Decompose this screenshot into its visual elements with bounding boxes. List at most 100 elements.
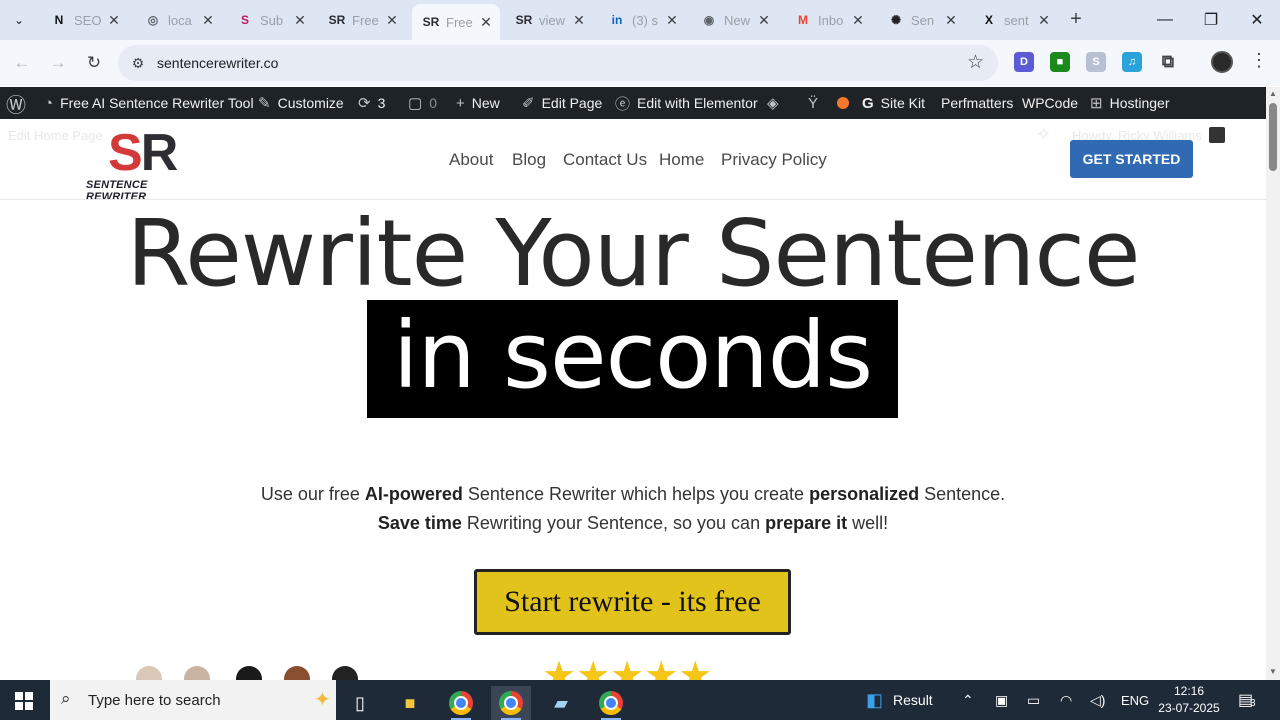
- browser-tab[interactable]: M Inbo ✕: [784, 6, 872, 34]
- close-tab-icon[interactable]: ✕: [382, 12, 402, 29]
- bookmark-star-icon[interactable]: ☆: [967, 51, 984, 74]
- perfmatters-label: Perfmatters: [941, 95, 1014, 111]
- forward-arrow-icon[interactable]: →: [45, 51, 71, 75]
- admin-bar-site-kit[interactable]: G Site Kit: [862, 87, 925, 119]
- admin-bar-wpcode[interactable]: WPCode: [1022, 87, 1078, 119]
- menu-item-home[interactable]: Home: [659, 150, 704, 170]
- subtitle-text: Sentence.: [919, 484, 1006, 504]
- admin-bar-yoast[interactable]: Ÿ: [808, 87, 818, 119]
- wifi-icon[interactable]: ◠: [1060, 680, 1072, 720]
- scroll-up-arrow-icon[interactable]: ▲: [1266, 89, 1280, 98]
- yoast-icon: Ÿ: [808, 94, 819, 112]
- close-tab-icon[interactable]: ✕: [1034, 12, 1054, 29]
- admin-bar-comments[interactable]: ▢ 0: [408, 87, 437, 119]
- chrome-taskbar-icon[interactable]: [491, 686, 531, 720]
- browser-tab[interactable]: Xsent ✕: [970, 6, 1058, 34]
- start-rewrite-button[interactable]: Start rewrite - its free: [474, 569, 791, 635]
- chrome-taskbar-icon[interactable]: [591, 686, 631, 720]
- extension-music-icon[interactable]: ♫: [1122, 52, 1142, 72]
- elementor-label: Edit with Elementor: [637, 95, 758, 111]
- menu-item-about[interactable]: About: [449, 150, 493, 170]
- battery-icon[interactable]: ▭: [1027, 680, 1040, 720]
- close-tab-icon[interactable]: ✕: [104, 12, 124, 29]
- extension-green-icon[interactable]: ■: [1050, 52, 1070, 72]
- wordpress-logo-icon[interactable]: Ⓦ: [6, 87, 26, 119]
- close-tab-icon[interactable]: ✕: [662, 12, 682, 29]
- minimize-window-button[interactable]: —: [1142, 6, 1188, 34]
- reload-icon[interactable]: ↻: [81, 51, 107, 75]
- admin-bar-perfmatters[interactable]: Perfmatters: [941, 87, 1013, 119]
- browser-tab[interactable]: SR Free ✕: [318, 6, 406, 34]
- browser-tab[interactable]: ✺ Sen ✕: [877, 6, 965, 34]
- tab-title: Free: [446, 14, 473, 30]
- back-arrow-icon[interactable]: ←: [9, 51, 35, 75]
- menu-item-privacy-policy[interactable]: Privacy Policy: [721, 150, 827, 170]
- logo-letter-s: S: [108, 124, 143, 182]
- admin-bar-new[interactable]: + New: [456, 87, 500, 119]
- page-scrollbar[interactable]: ▲ ▼: [1266, 87, 1280, 680]
- admin-bar-hostinger[interactable]: ⊞ Hostinger: [1090, 87, 1170, 119]
- admin-bar-diamond[interactable]: ◈: [767, 87, 779, 119]
- notepad-icon[interactable]: ▰: [541, 686, 581, 720]
- browser-toolbar: ← → ↻ ⚙ sentencerewriter.co ☆ D ■ S ♫ ⧉ ⋮: [0, 40, 1280, 86]
- sr-icon: SR: [328, 13, 346, 27]
- close-window-button[interactable]: ✕: [1234, 6, 1280, 34]
- browser-tab[interactable]: S Sub ✕: [226, 6, 314, 34]
- browser-tab[interactable]: in (3) s ✕: [598, 6, 686, 34]
- subtitle-emphasis: prepare it: [765, 513, 848, 533]
- windows-start-icon[interactable]: [15, 692, 33, 710]
- close-tab-icon[interactable]: ✕: [754, 12, 774, 29]
- browser-tab[interactable]: N SEO ✕: [40, 6, 128, 34]
- chrome-taskbar-icon[interactable]: [441, 686, 481, 720]
- meet-now-icon[interactable]: ▣: [995, 680, 1008, 720]
- extension-s-icon[interactable]: S: [1086, 52, 1106, 72]
- menu-item-blog[interactable]: Blog: [512, 150, 546, 170]
- admin-bar-site-name[interactable]: ◔ Free AI Sentence Rewriter Tool: [44, 87, 254, 119]
- file-explorer-icon[interactable]: ■: [390, 686, 430, 720]
- weather-widget[interactable]: ◧ Result: [866, 680, 933, 720]
- system-clock[interactable]: 12:16 23-07-2025: [1158, 683, 1220, 717]
- site-logo[interactable]: SR SENTENCE REWRITER: [86, 124, 208, 203]
- browser-tab[interactable]: ◎ loca ✕: [134, 6, 222, 34]
- tab-search-chevron-icon[interactable]: ⌄: [6, 8, 32, 32]
- scrollbar-thumb[interactable]: [1269, 103, 1277, 171]
- close-tab-icon[interactable]: ✕: [569, 12, 589, 29]
- close-tab-icon[interactable]: ✕: [290, 12, 310, 29]
- task-view-icon[interactable]: ▯: [340, 686, 380, 720]
- close-tab-icon[interactable]: ✕: [476, 14, 496, 31]
- hero-subtitle-line1: Use our free AI-powered Sentence Rewrite…: [0, 484, 1266, 505]
- browser-tab[interactable]: ◉ New ✕: [690, 6, 778, 34]
- puzzle-icon[interactable]: ⧉: [1158, 52, 1178, 72]
- volume-icon[interactable]: ◁): [1090, 680, 1105, 720]
- url-text[interactable]: sentencerewriter.co: [157, 55, 278, 71]
- scroll-down-arrow-icon[interactable]: ▼: [1266, 667, 1280, 676]
- pencil-icon: ✐: [522, 95, 535, 112]
- get-started-button[interactable]: GET STARTED: [1070, 140, 1193, 178]
- restore-window-button[interactable]: ❐: [1188, 6, 1234, 34]
- page-content: Edit Home Page Howdy, Ricky Williams ✧ S…: [0, 119, 1266, 680]
- profile-avatar[interactable]: [1211, 51, 1233, 73]
- site-info-icon[interactable]: ⚙: [128, 53, 148, 73]
- tab-title: New: [724, 12, 751, 28]
- taskbar-search-box[interactable]: ⌕ Type here to search ✦: [50, 680, 336, 720]
- brush-icon: ✎: [258, 95, 271, 112]
- close-tab-icon[interactable]: ✕: [941, 12, 961, 29]
- substack-icon: S: [240, 13, 249, 27]
- admin-bar-customize[interactable]: ✎ Customize: [258, 87, 344, 119]
- close-tab-icon[interactable]: ✕: [848, 12, 868, 29]
- extension-d-icon[interactable]: D: [1014, 52, 1034, 72]
- address-bar[interactable]: ⚙ sentencerewriter.co ☆: [118, 45, 998, 81]
- browser-tab[interactable]: SR Free ✕: [412, 4, 500, 40]
- notification-center-icon[interactable]: ▤ 3: [1238, 690, 1258, 710]
- menu-item-contact-us[interactable]: Contact Us: [563, 150, 647, 170]
- browser-menu-icon[interactable]: ⋮: [1250, 50, 1268, 71]
- admin-bar-edit-page[interactable]: ✐ Edit Page: [522, 87, 602, 119]
- admin-bar-elementor[interactable]: ⓔ Edit with Elementor: [615, 87, 758, 119]
- language-indicator[interactable]: ENG: [1121, 680, 1149, 720]
- new-tab-button[interactable]: +: [1064, 8, 1088, 32]
- browser-tab[interactable]: SR view ✕: [505, 6, 593, 34]
- tab-title: Inbo: [818, 12, 844, 28]
- show-hidden-icons-icon[interactable]: ⌃: [962, 680, 974, 720]
- close-tab-icon[interactable]: ✕: [198, 12, 218, 29]
- admin-bar-updates[interactable]: ⟳ 3: [358, 87, 385, 119]
